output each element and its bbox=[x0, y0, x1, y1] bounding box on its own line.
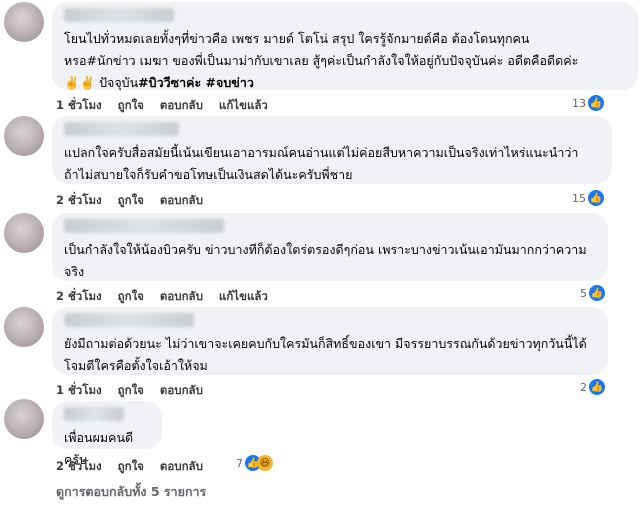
comment-actions: 2 ชั่วโมง ถูกใจ ตอบกลับ bbox=[56, 458, 219, 476]
reaction-count-text: 5 bbox=[580, 286, 587, 300]
reply-button[interactable]: ตอบกลับ bbox=[160, 458, 203, 476]
timestamp[interactable]: 1 ชั่วโมง bbox=[56, 97, 102, 115]
like-button[interactable]: ถูกใจ bbox=[118, 382, 144, 400]
timestamp[interactable]: 2 ชั่วโมง bbox=[56, 458, 102, 476]
like-button[interactable]: ถูกใจ bbox=[118, 192, 144, 210]
commenter-name-blurred[interactable] bbox=[64, 122, 179, 136]
comment-bubble: เพื่อนผมคนดีครับ bbox=[52, 401, 162, 467]
avatar[interactable] bbox=[4, 116, 44, 156]
reaction-count[interactable]: 13 👍 bbox=[572, 95, 604, 111]
comment-text: แปลกใจครับสื่อสมัยนี้เน้นเขียนเอาอารมณ์ค… bbox=[64, 145, 579, 182]
avatar[interactable] bbox=[4, 307, 44, 347]
reply-button[interactable]: ตอบกลับ bbox=[160, 288, 203, 306]
comment-text: เป็นกำลังใจให้น้องบิวครับ ข่าวบางทีก็ต้อ… bbox=[64, 242, 587, 279]
comment-bubble: แปลกใจครับสื่อสมัยนี้เน้นเขียนเอาอารมณ์ค… bbox=[52, 116, 612, 184]
like-button[interactable]: ถูกใจ bbox=[118, 458, 144, 476]
reply-button[interactable]: ตอบกลับ bbox=[160, 382, 203, 400]
haha-icon: 😆 bbox=[257, 455, 273, 471]
timestamp[interactable]: 2 ชั่วโมง bbox=[56, 192, 102, 210]
reaction-count[interactable]: 2 👍 bbox=[580, 379, 605, 395]
reaction-count[interactable]: 7 👍 😆 bbox=[236, 455, 273, 471]
reaction-count[interactable]: 15 👍 bbox=[572, 190, 604, 206]
commenter-name-blurred[interactable] bbox=[64, 407, 124, 421]
like-button[interactable]: ถูกใจ bbox=[118, 97, 144, 115]
like-button[interactable]: ถูกใจ bbox=[118, 288, 144, 306]
reaction-count-text: 2 bbox=[580, 380, 587, 394]
avatar[interactable] bbox=[4, 399, 44, 439]
like-icon: 👍 bbox=[588, 95, 604, 111]
comment-actions: 2 ชั่วโมง ถูกใจ ตอบกลับ แก้ไขแล้ว bbox=[56, 288, 284, 306]
hashtags[interactable]: #บิววีซาค่ะ #จบข่าว bbox=[138, 75, 254, 90]
comment-bubble: โยนไปทั่วหมดเลยทั้งๆที่ข่าวคือ เพชร มายด… bbox=[52, 2, 638, 90]
comment-actions: 1 ชั่วโมง ถูกใจ ตอบกลับ แก้ไขแล้ว bbox=[56, 97, 284, 115]
avatar[interactable] bbox=[4, 213, 44, 253]
like-icon: 👍 bbox=[588, 190, 604, 206]
edited-label[interactable]: แก้ไขแล้ว bbox=[219, 288, 268, 306]
comment-actions: 2 ชั่วโมง ถูกใจ ตอบกลับ bbox=[56, 192, 219, 210]
avatar[interactable] bbox=[4, 2, 44, 42]
reply-button[interactable]: ตอบกลับ bbox=[160, 192, 203, 210]
reaction-count-text: 15 bbox=[572, 191, 586, 205]
comment-bubble: ยังมีถามต่อด้วยนะ ไม่ว่าเขาจะเคยคบกับใคร… bbox=[52, 307, 608, 375]
comment-actions: 1 ชั่วโมง ถูกใจ ตอบกลับ bbox=[56, 382, 219, 400]
comment-text: โยนไปทั่วหมดเลยทั้งๆที่ข่าวคือ เพชร มายด… bbox=[64, 31, 579, 90]
reaction-count-text: 13 bbox=[572, 96, 586, 110]
commenter-name-blurred[interactable] bbox=[64, 313, 194, 327]
commenter-name-blurred[interactable] bbox=[64, 8, 174, 22]
like-icon: 👍 bbox=[589, 285, 605, 301]
timestamp[interactable]: 1 ชั่วโมง bbox=[56, 382, 102, 400]
like-icon: 👍 bbox=[589, 379, 605, 395]
reply-button[interactable]: ตอบกลับ bbox=[160, 97, 203, 115]
edited-label[interactable]: แก้ไขแล้ว bbox=[219, 97, 268, 115]
comment-text: ยังมีถามต่อด้วยนะ ไม่ว่าเขาจะเคยคบกับใคร… bbox=[64, 336, 587, 373]
comment-bubble: เป็นกำลังใจให้น้องบิวครับ ข่าวบางทีก็ต้อ… bbox=[52, 213, 608, 281]
timestamp[interactable]: 2 ชั่วโมง bbox=[56, 288, 102, 306]
commenter-name-blurred[interactable] bbox=[64, 219, 224, 233]
reaction-count-text: 7 bbox=[236, 456, 243, 470]
view-all-replies-link[interactable]: ดูการตอบกลับทั้ง 5 รายการ bbox=[56, 482, 206, 502]
reaction-count[interactable]: 5 👍 bbox=[580, 285, 605, 301]
